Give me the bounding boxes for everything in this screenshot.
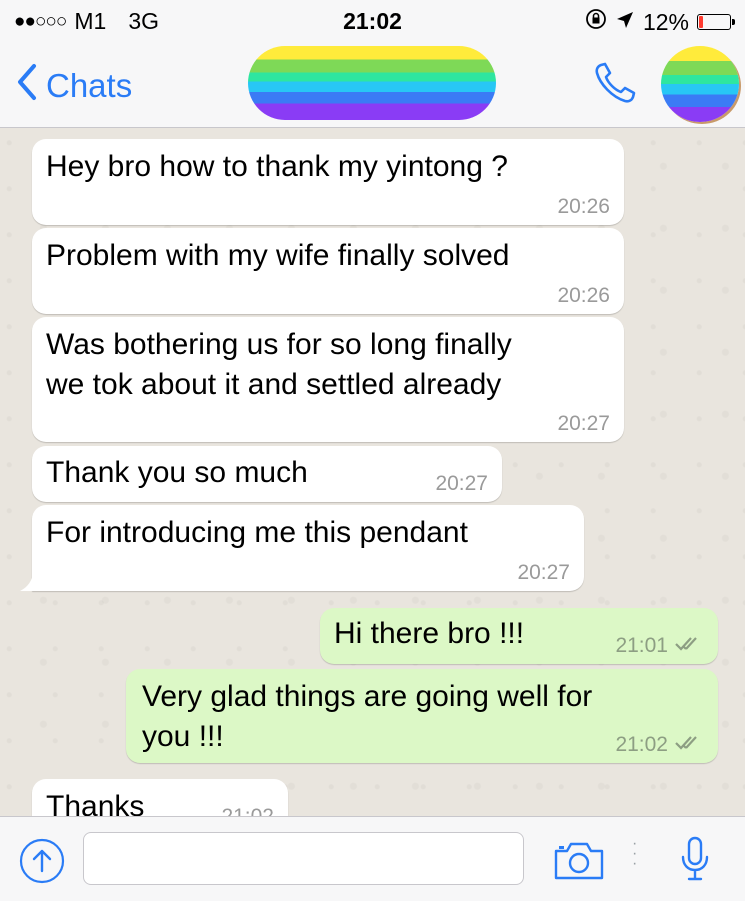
message-line: Was bothering us for so long finally (46, 328, 512, 361)
message-text: Hi there bro !!! (334, 617, 525, 650)
back-button[interactable]: Chats (14, 62, 132, 110)
camera-icon[interactable] (552, 841, 606, 886)
message-input[interactable] (83, 832, 524, 885)
message-bubble-incoming[interactable]: Hey bro how to thank my yintong ? 20:26 (32, 139, 624, 225)
microphone-icon[interactable] (680, 835, 710, 888)
contact-avatar[interactable] (661, 46, 739, 122)
message-text: Hey bro how to thank my yintong ? (46, 150, 508, 183)
composer-bar: · · · (0, 816, 745, 901)
message-text: Thank you so much (46, 456, 308, 489)
message-time: 20:26 (557, 284, 610, 307)
status-right: 12% (585, 8, 735, 36)
message-time: 20:27 (435, 472, 488, 495)
message-line: you !!! (142, 720, 224, 753)
message-text: For introducing me this pendant (46, 516, 468, 549)
message-text: Was bothering us for so long finally we … (46, 325, 512, 405)
message-time: 21:02 (615, 733, 704, 757)
contact-name-redacted[interactable] (248, 46, 496, 120)
message-bubble-incoming[interactable]: Thanks 21:02 (32, 779, 288, 816)
bubble-tail (20, 571, 44, 591)
double-check-icon (674, 634, 704, 658)
message-line: we tok about it and settled already (46, 368, 502, 401)
message-line: Very glad things are going well for (142, 680, 593, 713)
lock-rotation-icon (585, 8, 607, 36)
message-time: 20:27 (557, 412, 610, 435)
message-bubble-incoming[interactable]: Was bothering us for so long finally we … (32, 317, 624, 442)
chat-header: Chats (0, 40, 745, 128)
battery-percent: 12% (642, 8, 689, 35)
battery-level (699, 16, 703, 28)
message-time-label: 21:01 (615, 634, 668, 657)
message-time-label: 21:02 (615, 733, 668, 756)
double-check-icon (674, 733, 704, 757)
message-bubble-outgoing[interactable]: Hi there bro !!! 21:01 (320, 608, 718, 664)
message-text: Problem with my wife finally solved (46, 239, 510, 272)
plus-upload-icon[interactable] (19, 838, 65, 889)
phone-icon[interactable] (592, 60, 640, 111)
back-chevron-icon (14, 62, 40, 110)
location-arrow-icon (615, 9, 635, 36)
back-label: Chats (46, 67, 133, 104)
message-time: 21:02 (221, 805, 274, 816)
message-text: Thanks (46, 790, 145, 816)
message-time: 20:26 (557, 195, 610, 218)
message-bubble-outgoing[interactable]: Very glad things are going well for you … (126, 669, 718, 763)
message-bubble-incoming[interactable]: For introducing me this pendant 20:27 (20, 505, 584, 591)
more-dots-icon: · · · (632, 835, 638, 872)
message-text: Very glad things are going well for you … (142, 677, 592, 757)
message-list[interactable]: Hey bro how to thank my yintong ? 20:26 … (0, 129, 745, 816)
message-bubble-incoming[interactable]: Problem with my wife finally solved 20:2… (32, 228, 624, 314)
status-bar: ●●○○○ M1 3G 21:02 12% (0, 0, 745, 40)
message-time: 20:27 (517, 561, 570, 584)
message-time: 21:01 (615, 634, 704, 658)
battery-icon (697, 14, 735, 30)
message-bubble-incoming[interactable]: Thank you so much 20:27 (32, 446, 502, 502)
